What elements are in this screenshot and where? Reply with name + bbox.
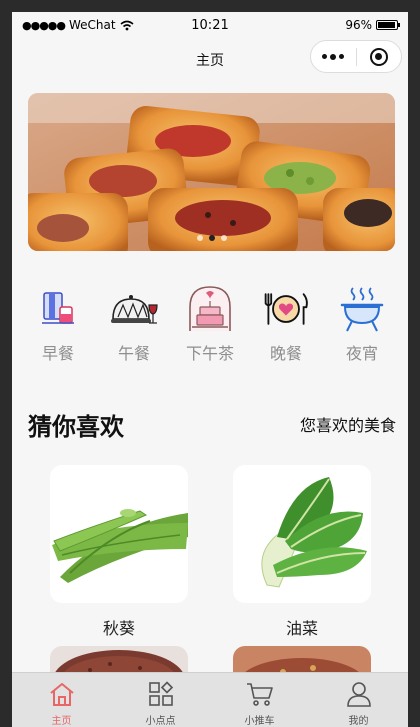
phone-screen: ●●●●● WeChat 10:21 96% 主页 早餐 午餐 下午茶 晚餐 夜…: [12, 12, 408, 727]
banner-dot[interactable]: [196, 235, 203, 241]
category-row: 早餐 午餐 下午茶 晚餐 夜宵: [28, 284, 392, 364]
tab-label: 小点点: [145, 716, 176, 727]
carrier-name: WeChat: [69, 18, 116, 32]
banner-dot[interactable]: [220, 235, 227, 241]
product-name: 秋葵: [102, 619, 135, 638]
home-icon: [47, 679, 77, 708]
section-title: 猜你喜欢: [28, 412, 124, 441]
miniprogram-capsule: [310, 40, 402, 73]
carrier-signal: ●●●●● WeChat: [22, 18, 134, 32]
banner-carousel[interactable]: [28, 93, 395, 251]
category-late-night[interactable]: 夜宵: [332, 284, 392, 364]
banner-dot-active[interactable]: [208, 235, 215, 241]
dinner-plate-icon: [261, 284, 311, 334]
more-dots-icon: [322, 54, 328, 59]
bottom-tab-bar: 主页 小点点 小推车 我的: [12, 672, 408, 727]
bbq-grill-icon: [337, 284, 387, 334]
category-label: 下午茶: [185, 344, 234, 363]
category-label: 早餐: [41, 344, 74, 363]
more-options-button[interactable]: [311, 41, 356, 72]
tab-home[interactable]: 主页: [12, 673, 111, 727]
battery-percent: 96%: [345, 18, 372, 32]
product-card-bok-choy[interactable]: 油菜: [233, 465, 371, 639]
banner-food-image: [28, 93, 395, 251]
battery-icon: [376, 20, 400, 30]
category-lunch[interactable]: 午餐: [104, 284, 164, 364]
tab-label: 小推车: [244, 716, 275, 727]
tab-category[interactable]: 小点点: [111, 673, 210, 727]
product-image-bok-choy: [233, 465, 371, 603]
section-subtitle-link[interactable]: 您喜欢的美食: [300, 412, 396, 436]
tab-profile[interactable]: 我的: [309, 673, 408, 727]
product-card-okra[interactable]: 秋葵: [50, 465, 188, 639]
category-label: 夜宵: [345, 344, 378, 363]
cake-icon: [185, 284, 235, 334]
breakfast-icon: [33, 284, 83, 334]
close-miniprogram-button[interactable]: [357, 41, 402, 72]
signal-dots-icon: ●●●●●: [22, 18, 66, 32]
page-title: 主页: [196, 53, 224, 69]
category-label: 午餐: [117, 344, 150, 363]
wifi-icon: [120, 20, 134, 30]
grid-icon: [146, 679, 176, 708]
tab-label: 我的: [348, 716, 369, 727]
category-dinner[interactable]: 晚餐: [256, 284, 316, 364]
tab-label: 主页: [51, 716, 72, 727]
category-breakfast[interactable]: 早餐: [28, 284, 88, 364]
category-afternoon-tea[interactable]: 下午茶: [180, 284, 240, 364]
close-target-icon: [369, 47, 388, 66]
category-label: 晚餐: [269, 344, 302, 363]
product-image-okra: [50, 465, 188, 603]
battery-status: 96%: [345, 18, 400, 32]
product-name: 油菜: [285, 619, 318, 638]
user-icon: [344, 679, 374, 708]
nav-bar: 主页: [12, 38, 408, 82]
cart-icon: [245, 679, 275, 708]
lunch-cloche-icon: [109, 284, 159, 334]
tab-cart[interactable]: 小推车: [210, 673, 309, 727]
banner-pagination: [28, 235, 395, 241]
guess-you-like-header: 猜你喜欢 您喜欢的美食: [28, 404, 396, 444]
status-bar: ●●●●● WeChat 10:21 96%: [12, 12, 408, 38]
